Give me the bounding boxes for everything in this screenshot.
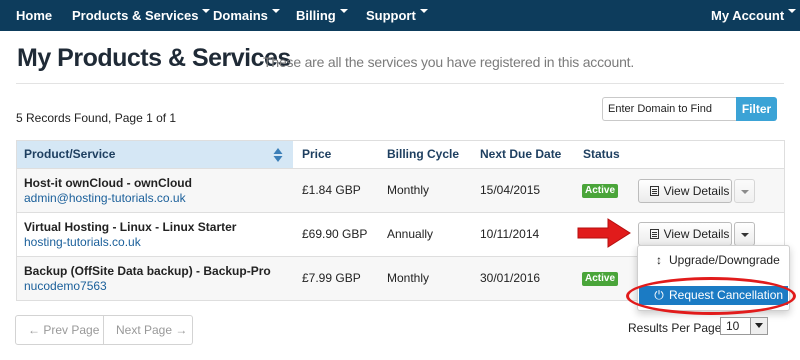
document-icon [649, 186, 659, 196]
page-subtitle: These are all the services you have regi… [263, 54, 635, 70]
billing-cycle: Annually [387, 227, 434, 241]
next-due-date: 10/11/2014 [480, 227, 540, 241]
nav-billing[interactable]: Billing [296, 0, 348, 31]
product-name: Backup (OffSite Data backup) - Backup-Pr… [24, 264, 271, 278]
price: £7.99 GBP [302, 271, 361, 285]
view-details-label: View Details [663, 184, 730, 198]
nav-domains-label: Domains [213, 8, 268, 23]
billing-cycle: Monthly [387, 183, 430, 197]
chevron-down-icon [750, 318, 767, 334]
status-badge: Active [582, 184, 619, 198]
nav-billing-label: Billing [296, 8, 336, 23]
product-domain[interactable]: admin@hosting-tutorials.co.uk [24, 191, 186, 205]
price: £1.84 GBP [302, 183, 361, 197]
next-page-button[interactable]: Next Page → [116, 316, 187, 344]
annotation-highlight-ellipse [626, 277, 796, 315]
chevron-down-icon [339, 9, 348, 13]
caret-down-icon [741, 233, 749, 237]
menu-item-upgrade-downgrade[interactable]: ↕ Upgrade/Downgrade [639, 251, 788, 270]
view-details-button[interactable]: View Details [638, 179, 732, 203]
results-per-page-value: 10 [726, 319, 740, 333]
chevron-down-icon [202, 9, 211, 13]
results-per-page-label: Results Per Page: [628, 321, 725, 335]
price: £69.90 GBP [302, 227, 368, 241]
billing-cycle: Monthly [387, 271, 430, 285]
actions-dropdown-toggle[interactable] [734, 222, 755, 246]
view-details-button[interactable]: View Details [638, 222, 732, 246]
nav-home[interactable]: Home [16, 0, 52, 31]
sort-icon[interactable] [273, 147, 283, 163]
top-navigation: Home Products & Services Domains Billing… [0, 0, 800, 31]
column-header-price[interactable]: Price [302, 141, 331, 168]
nav-domains[interactable]: Domains [213, 0, 280, 31]
table-header: Product/Service Price Billing Cycle Next… [17, 141, 784, 169]
page-title: My Products & Services [17, 44, 291, 72]
chevron-down-icon [788, 9, 797, 13]
actions-dropdown-toggle[interactable] [734, 179, 755, 203]
product-name: Host-it ownCloud - ownCloud [24, 176, 192, 190]
column-header-status[interactable]: Status [583, 141, 620, 168]
pagination: ← Prev Page Next Page → [15, 315, 193, 345]
nav-products-services-label: Products & Services [72, 8, 199, 23]
menu-item-label: Upgrade/Downgrade [669, 253, 780, 267]
column-header-billing-cycle[interactable]: Billing Cycle [387, 141, 459, 168]
results-per-page-select[interactable]: 10 [720, 317, 768, 335]
pagination-divider [103, 316, 104, 344]
up-down-arrow-icon: ↕ [656, 253, 662, 267]
document-icon [649, 229, 659, 239]
caret-down-icon [741, 190, 749, 194]
product-name: Virtual Hosting - Linux - Linux Starter [24, 220, 237, 234]
filter-button[interactable]: Filter [736, 97, 777, 121]
annotation-arrow-icon [577, 218, 631, 248]
product-domain[interactable]: hosting-tutorials.co.uk [24, 235, 141, 249]
prev-page-button[interactable]: ← Prev Page [28, 316, 99, 344]
records-count: 5 Records Found, Page 1 of 1 [16, 111, 177, 125]
nav-support-label: Support [366, 8, 416, 23]
nav-home-label: Home [16, 8, 53, 23]
product-domain[interactable]: nucodemo7563 [24, 279, 107, 293]
table-row: Host-it ownCloud - ownCloud admin@hostin… [17, 169, 784, 213]
chevron-down-icon [419, 9, 428, 13]
nav-my-account[interactable]: My Account [711, 0, 797, 31]
nav-products-services[interactable]: Products & Services [72, 0, 211, 31]
status-badge: Active [582, 272, 619, 286]
view-details-label: View Details [663, 227, 730, 241]
next-due-date: 15/04/2015 [480, 183, 541, 197]
nav-my-account-label: My Account [711, 8, 785, 23]
nav-support[interactable]: Support [366, 0, 428, 31]
column-header-product[interactable]: Product/Service [24, 141, 115, 168]
next-due-date: 30/01/2016 [480, 271, 541, 285]
column-header-next-due-date[interactable]: Next Due Date [480, 141, 561, 168]
title-divider [16, 83, 784, 84]
domain-filter-input[interactable] [602, 97, 736, 121]
chevron-down-icon [271, 9, 280, 13]
